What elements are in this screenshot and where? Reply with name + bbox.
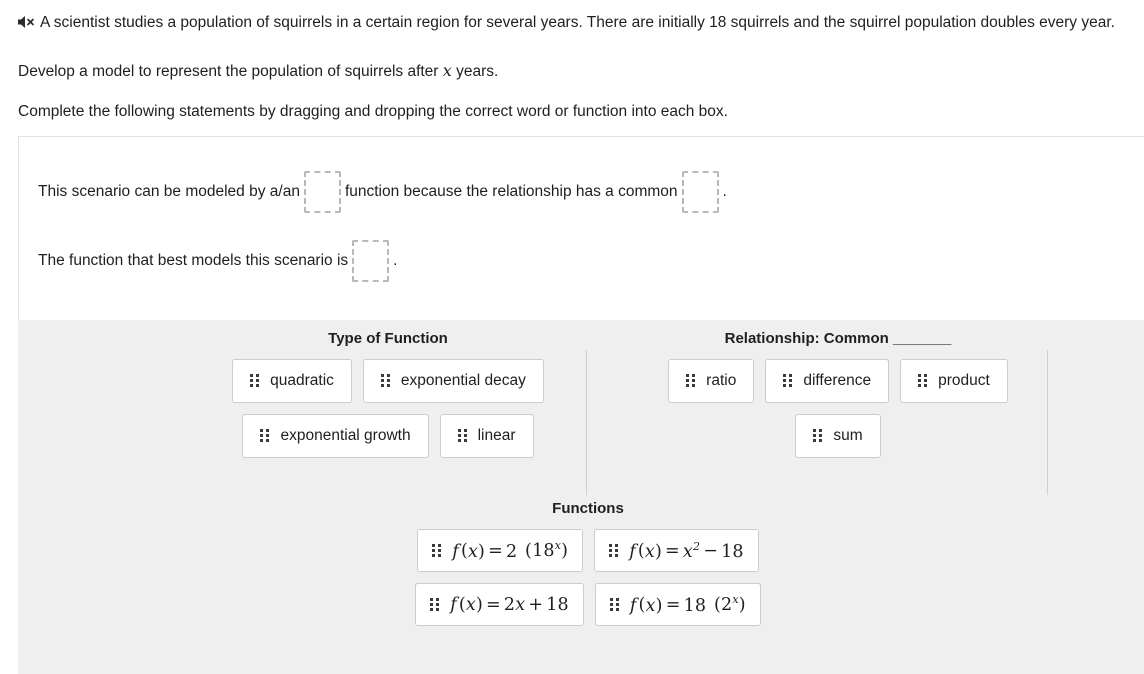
chip-row: ratio difference product: [638, 359, 1038, 403]
drag-chip-sum[interactable]: sum: [795, 414, 881, 458]
drag-handle-icon[interactable]: [430, 597, 440, 612]
prompt-line-2-post: years.: [456, 63, 499, 80]
chip-row: quadratic exponential decay: [208, 359, 568, 403]
chip-label-math: f (x) = x2−18: [629, 539, 744, 562]
dropzone-relationship[interactable]: [681, 171, 719, 213]
bank-divider-1: [586, 350, 587, 495]
bank-group-title: Type of Function: [328, 330, 448, 347]
chip-label: difference: [803, 372, 872, 389]
drag-chip-exponential-decay[interactable]: exponential decay: [362, 359, 544, 403]
drag-handle-icon[interactable]: [918, 374, 928, 388]
prompt-line-2: Develop a model to represent the populat…: [18, 59, 498, 83]
statement-row-2: The function that best models this scena…: [38, 240, 397, 282]
chip-label: linear: [477, 427, 516, 444]
chip-row: sum: [638, 414, 1038, 458]
drag-item-bank: Type of Function quadratic exponential d…: [18, 320, 1144, 674]
drag-handle-icon[interactable]: [432, 543, 442, 558]
statement-2-text-a: The function that best models this scena…: [38, 252, 349, 269]
prompt-line-1: A scientist studies a population of squi…: [16, 10, 1144, 35]
drag-chip-function-2x-plus-18[interactable]: f (x) = 2x +18: [415, 583, 584, 626]
statements-panel: This scenario can be modeled by a/an fun…: [18, 136, 1144, 320]
drag-handle-icon[interactable]: [380, 374, 390, 388]
bank-divider-2: [1047, 350, 1048, 495]
drag-chip-function-2-18x[interactable]: f (x) = 2 (18x): [417, 529, 584, 572]
prompt-line-3: Complete the following statements by dra…: [18, 103, 728, 120]
chip-label: exponential decay: [400, 372, 526, 389]
statement-2-text-b: .: [393, 252, 398, 269]
chip-label: exponential growth: [280, 427, 411, 444]
bank-group-title: Relationship: Common _______: [724, 330, 952, 347]
statement-1-text-a: This scenario can be modeled by a/an: [38, 183, 300, 200]
chip-row: exponential growth linear: [208, 414, 568, 458]
statement-1-text-b: function because the relationship has a …: [344, 183, 678, 200]
drag-handle-icon[interactable]: [260, 429, 270, 443]
chip-label: quadratic: [270, 372, 334, 389]
drag-chip-exponential-growth[interactable]: exponential growth: [242, 414, 429, 458]
speaker-mute-icon[interactable]: [16, 12, 36, 32]
drag-handle-icon[interactable]: [609, 543, 619, 558]
drag-chip-product[interactable]: product: [900, 359, 1008, 403]
chip-row: f (x) = 2 (18x) f (x) = x2−18: [298, 529, 878, 572]
chip-label-math: f (x) = 18 (2x): [629, 593, 746, 616]
drag-handle-icon[interactable]: [783, 374, 793, 388]
prompt-line-2-pre: Develop a model to represent the populat…: [18, 63, 439, 80]
prompt-text-wrap: year.: [1081, 14, 1115, 31]
prompt-text-main: A scientist studies a population of squi…: [40, 14, 1078, 31]
bank-group-type-of-function: Type of Function quadratic exponential d…: [208, 330, 568, 469]
drag-handle-icon[interactable]: [250, 374, 260, 388]
dropzone-function[interactable]: [352, 240, 390, 282]
dropzone-function-type[interactable]: [303, 171, 341, 213]
chip-label: sum: [833, 427, 863, 444]
bank-group-relationship: Relationship: Common _______ ratio diffe…: [638, 330, 1038, 469]
chip-label-math: f (x) = 2 (18x): [452, 539, 569, 562]
drag-chip-ratio[interactable]: ratio: [668, 359, 755, 403]
drag-handle-icon[interactable]: [813, 429, 823, 443]
drag-chip-function-18-2x[interactable]: f (x) = 18 (2x): [594, 583, 761, 626]
drag-chip-difference[interactable]: difference: [765, 359, 890, 403]
drag-handle-icon[interactable]: [457, 429, 467, 443]
chip-row: f (x) = 2x +18 f (x) = 18 (2x): [298, 583, 878, 626]
statement-1-text-c: .: [722, 183, 727, 200]
chip-label: product: [938, 372, 990, 389]
drag-handle-icon[interactable]: [609, 597, 619, 612]
drag-chip-linear[interactable]: linear: [439, 414, 534, 458]
bank-group-functions: Functions f (x) = 2 (18x) f (x) = x2−18 f (x) = 2…: [298, 500, 878, 637]
bank-group-title: Functions: [552, 500, 624, 517]
chip-label: ratio: [706, 372, 737, 389]
math-variable-x: x: [442, 61, 452, 80]
drag-handle-icon[interactable]: [686, 374, 696, 388]
drag-chip-quadratic[interactable]: quadratic: [232, 359, 352, 403]
chip-label-math: f (x) = 2x +18: [450, 594, 569, 615]
drag-chip-function-x2-minus-18[interactable]: f (x) = x2−18: [594, 529, 759, 572]
statement-row-1: This scenario can be modeled by a/an fun…: [38, 171, 727, 213]
